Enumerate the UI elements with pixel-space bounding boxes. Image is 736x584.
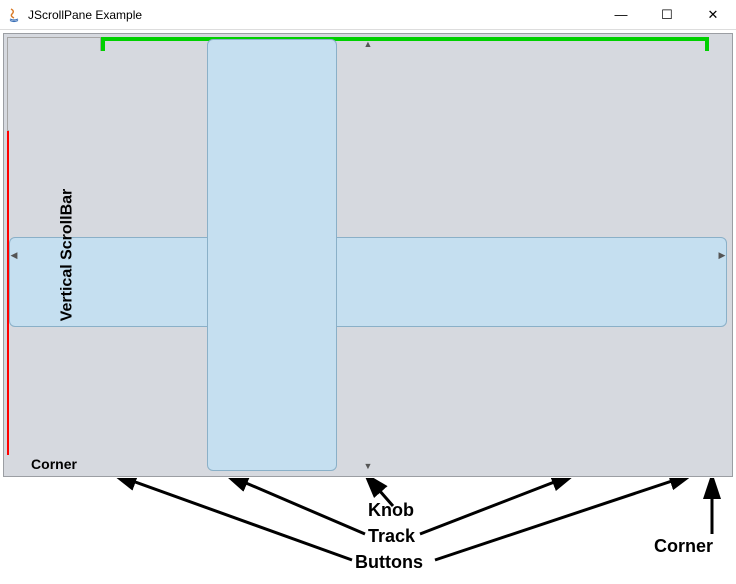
annotations: Knob Track Buttons Corner (0, 478, 736, 582)
content-pane: Corner ColumnHeader Corner RowHeader Vie… (2, 32, 734, 478)
annotation-track: Track (368, 526, 415, 547)
maximize-button[interactable]: ☐ (644, 0, 690, 29)
scroll-down-button[interactable]: ▼ (7, 459, 729, 473)
scroll-left-button[interactable]: ◀ (7, 37, 21, 473)
window-title: JScrollPane Example (28, 8, 142, 22)
scroll-right-button[interactable]: ▶ (715, 37, 729, 473)
annotation-buttons: Buttons (355, 552, 423, 573)
jscrollpane: Corner ColumnHeader Corner RowHeader Vie… (7, 37, 729, 473)
close-button[interactable]: ✕ (690, 0, 736, 29)
corner-lower-left: Corner (7, 455, 101, 473)
minimize-button[interactable]: — (598, 0, 644, 29)
vertical-scrollbar-label: Vertical ScrollBar (58, 189, 76, 322)
window-titlebar: JScrollPane Example — ☐ ✕ (0, 0, 736, 30)
horizontal-scrollbar-thumb[interactable] (207, 39, 337, 471)
corner-bl-label: Corner (31, 456, 77, 472)
annotation-corner: Corner (654, 536, 713, 557)
annotation-knob: Knob (368, 500, 414, 521)
vertical-scrollbar-thumb[interactable] (9, 237, 727, 327)
window-controls: — ☐ ✕ (598, 0, 736, 29)
scroll-up-button[interactable]: ▲ (7, 37, 729, 51)
java-icon (6, 7, 22, 23)
corner-lower-right (709, 455, 729, 473)
